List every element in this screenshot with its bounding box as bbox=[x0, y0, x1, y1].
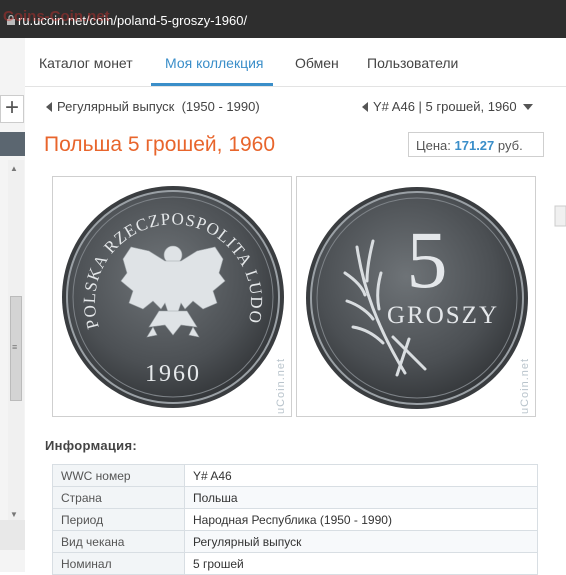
coin-reverse-graphic: 5 GROSZY bbox=[306, 187, 528, 409]
price-value: 171.27 bbox=[454, 138, 495, 153]
nav-exchange[interactable]: Обмен bbox=[295, 55, 339, 71]
chevron-down-icon bbox=[522, 104, 533, 110]
table-row: Вид чекана Регулярный выпуск bbox=[52, 530, 538, 553]
breadcrumb-series[interactable]: Регулярный выпуск (1950 - 1990) bbox=[46, 99, 260, 114]
breadcrumb-series-label: Регулярный выпуск (1950 - 1990) bbox=[57, 99, 260, 114]
obverse-year: 1960 bbox=[145, 361, 201, 387]
coin-selector-label: Y# A46 | 5 грошей, 1960 bbox=[373, 99, 517, 114]
reverse-text: GROSZY bbox=[387, 302, 499, 329]
table-row: Номинал 5 грошей bbox=[52, 552, 538, 575]
price-box: Цена: 171.27 руб. bbox=[408, 132, 544, 157]
price-label: Цена: bbox=[416, 138, 451, 153]
image-watermark: uCoin.net bbox=[519, 357, 531, 414]
active-tab-indicator bbox=[151, 83, 273, 86]
coin-obverse-graphic: POLSKA RZECZPOSPOLITA LUDOWA 1960 bbox=[53, 177, 284, 408]
price-currency: руб. bbox=[497, 138, 523, 153]
chevron-left-icon bbox=[46, 102, 52, 112]
main-nav: Каталог монет Моя коллекция Обмен Пользо… bbox=[25, 38, 566, 87]
image-watermark: uCoin.net bbox=[275, 357, 287, 414]
table-row: Страна Польша bbox=[52, 486, 538, 509]
info-value[interactable]: Польша bbox=[184, 486, 538, 509]
watermark-text: Coins-Coin.net bbox=[3, 8, 110, 25]
panel-footer bbox=[0, 520, 25, 550]
nav-users[interactable]: Пользователи bbox=[367, 55, 458, 71]
address-bar[interactable]: ru.ucoin.net/coin/poland-5-groszy-1960/ … bbox=[0, 0, 566, 38]
info-key: Номинал bbox=[52, 552, 185, 575]
side-widget[interactable] bbox=[553, 200, 566, 240]
coin-obverse-image[interactable]: POLSKA RZECZPOSPOLITA LUDOWA 1960 uCoin.… bbox=[52, 176, 292, 417]
nav-catalog[interactable]: Каталог монет bbox=[39, 55, 133, 71]
scroll-down-icon[interactable]: ▼ bbox=[10, 510, 18, 519]
panel-tab[interactable] bbox=[0, 132, 25, 156]
add-button[interactable]: + bbox=[0, 95, 24, 123]
page-title: Польша 5 грошей, 1960 bbox=[44, 133, 276, 156]
reverse-value: 5 bbox=[407, 214, 448, 305]
coin-selector[interactable]: Y# A46 | 5 грошей, 1960 bbox=[362, 99, 533, 114]
info-value[interactable]: Народная Республика (1950 - 1990) bbox=[184, 508, 538, 531]
info-value: Y# A46 bbox=[184, 464, 538, 487]
info-key: WWC номер bbox=[52, 464, 185, 487]
nav-my-collection[interactable]: Моя коллекция bbox=[165, 55, 264, 71]
info-value: Регулярный выпуск bbox=[184, 530, 538, 553]
info-table: WWC номер Y# A46 Страна Польша Период На… bbox=[52, 464, 538, 575]
grip-icon: ≡ bbox=[12, 342, 18, 352]
table-row: WWC номер Y# A46 bbox=[52, 464, 538, 487]
info-key: Период bbox=[52, 508, 185, 531]
info-key: Вид чекана bbox=[52, 530, 185, 553]
scroll-up-icon[interactable]: ▲ bbox=[10, 164, 18, 173]
info-value: 5 грошей bbox=[184, 552, 538, 575]
chevron-left-icon bbox=[362, 102, 368, 112]
info-key: Страна bbox=[52, 486, 185, 509]
table-row: Период Народная Республика (1950 - 1990) bbox=[52, 508, 538, 531]
coin-reverse-image[interactable]: 5 GROSZY uCoin.net bbox=[296, 176, 536, 417]
info-heading: Информация: bbox=[45, 438, 137, 453]
